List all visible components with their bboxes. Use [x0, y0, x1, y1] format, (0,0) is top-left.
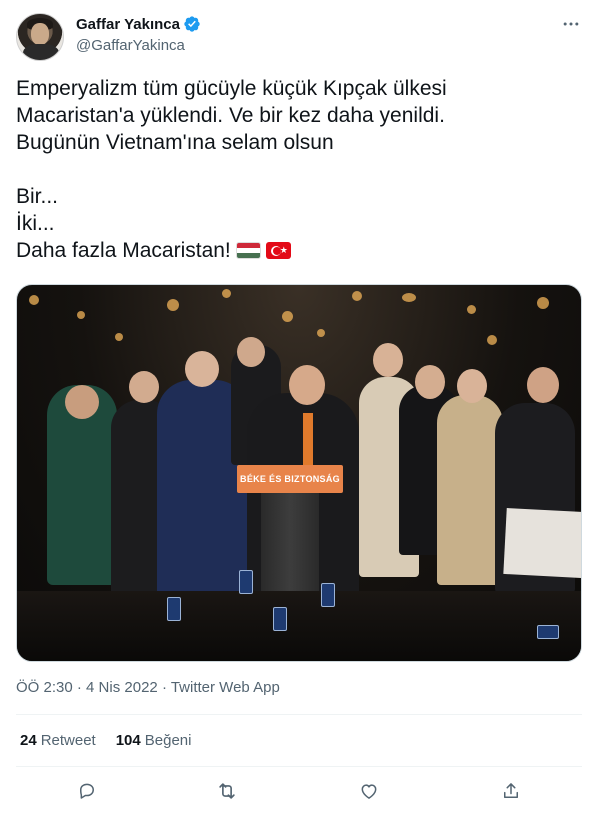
tweet-source[interactable]: Twitter Web App — [171, 679, 280, 696]
like-icon[interactable] — [354, 776, 384, 806]
turkey-flag-icon: ★ — [265, 242, 291, 259]
podium-sign: BÉKE ÉS BIZTONSÁG — [237, 465, 343, 493]
author-name-row[interactable]: Gaffar Yakınca — [76, 15, 201, 33]
retweet-icon[interactable] — [212, 776, 242, 806]
tweet-date[interactable]: 4 Nis 2022 — [86, 679, 158, 696]
likes-count: 104 — [115, 732, 141, 749]
tweet-time[interactable]: ÖÖ 2:30 — [16, 679, 73, 696]
more-options-icon[interactable] — [560, 14, 582, 34]
separator: · — [76, 679, 82, 696]
tweet-line: Daha fazla Macaristan! — [16, 239, 231, 262]
hungary-flag-icon — [235, 242, 261, 259]
verified-badge-icon — [183, 15, 201, 33]
tweet-text: Emperyalizm tüm gücüyle küçük Kıpçak ülk… — [16, 75, 582, 264]
retweets-label: Retweet — [40, 732, 96, 749]
tweet-line: Bir... — [16, 185, 59, 208]
avatar[interactable] — [16, 13, 64, 61]
divider — [16, 766, 582, 767]
author-handle[interactable]: @GaffarYakinca — [76, 37, 185, 54]
tweet-line: Macaristan'a yüklendi. Ve bir kez daha y… — [16, 104, 445, 127]
tweet-stats: 24 Retweet 104 Beğeni — [20, 732, 211, 749]
tweet-photo[interactable]: BÉKE ÉS BIZTONSÁG — [16, 284, 582, 662]
retweets-stat[interactable]: 24 Retweet — [20, 732, 96, 749]
tweet-actions — [16, 776, 582, 806]
likes-stat[interactable]: 104 Beğeni — [116, 732, 192, 749]
tweet-line: Emperyalizm tüm gücüyle küçük Kıpçak ülk… — [16, 77, 447, 100]
divider — [16, 714, 582, 715]
tweet-line-with-flags: Daha fazla Macaristan! ★ — [16, 237, 582, 264]
tweet-line: İki... — [16, 212, 55, 235]
separator: · — [161, 679, 167, 696]
share-icon[interactable] — [496, 776, 526, 806]
retweets-count: 24 — [20, 732, 37, 749]
display-name[interactable]: Gaffar Yakınca — [76, 16, 180, 33]
reply-icon[interactable] — [72, 776, 102, 806]
tweet-line: Bugünün Vietnam'ına selam olsun — [16, 131, 334, 154]
tweet-metadata: ÖÖ 2:30 · 4 Nis 2022 · Twitter Web App — [16, 679, 280, 696]
likes-label: Beğeni — [144, 732, 192, 749]
